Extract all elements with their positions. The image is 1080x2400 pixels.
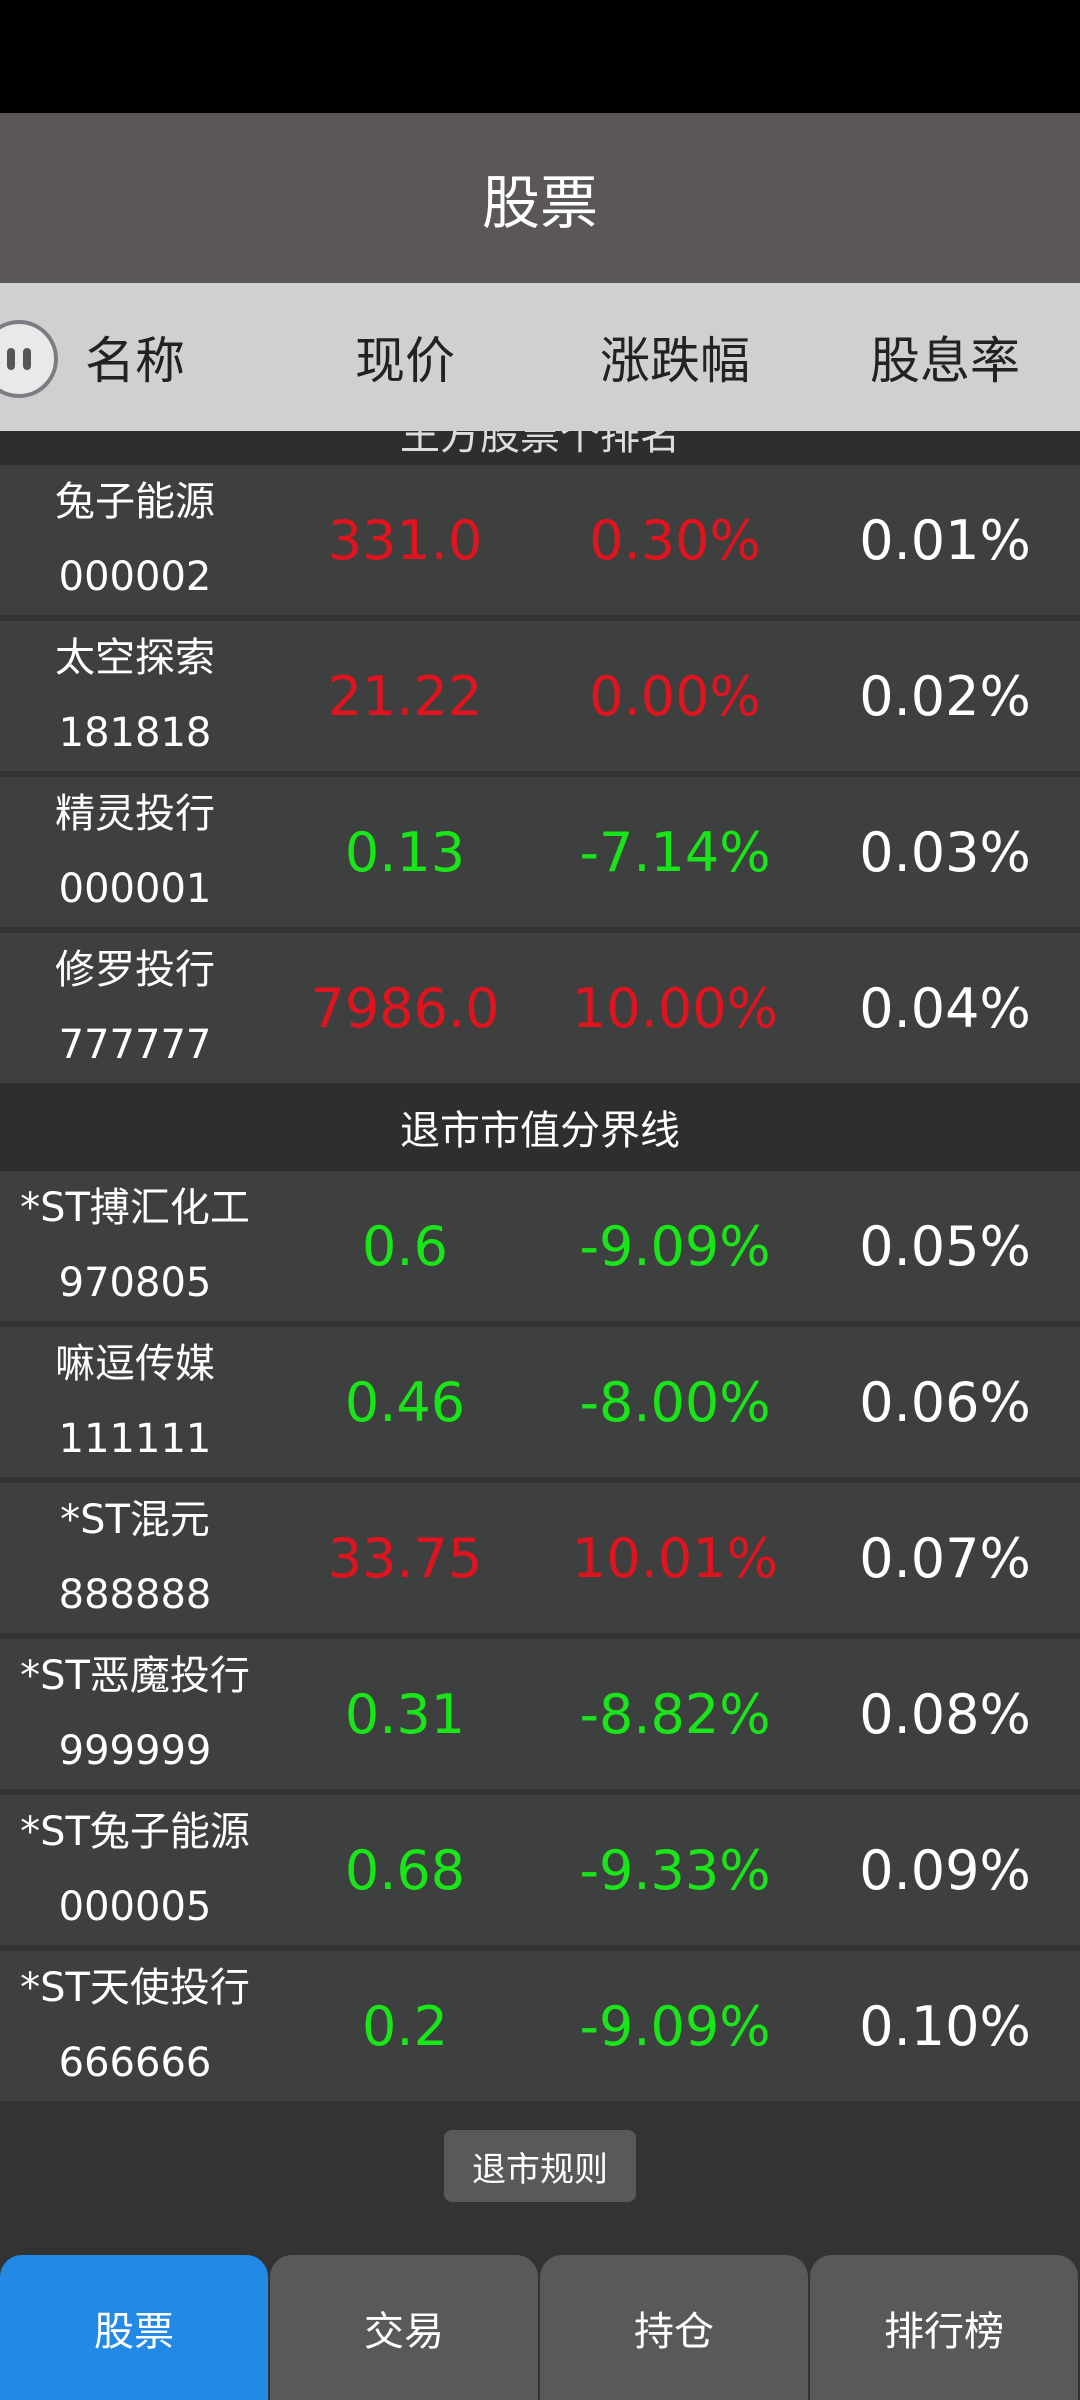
- stock-name-cell: *ST兔子能源 000005: [0, 1795, 270, 1945]
- page-title: 股票: [0, 113, 1080, 283]
- table-row[interactable]: 修罗投行 777777 7986.0 10.00% 0.04%: [0, 933, 1080, 1083]
- stock-price: 0.46: [344, 1370, 466, 1434]
- table-row[interactable]: *ST混元 888888 33.75 10.01% 0.07%: [0, 1483, 1080, 1633]
- stock-yield: 0.09%: [859, 1838, 1031, 1902]
- stock-code: 777777: [58, 1022, 212, 1068]
- stock-price: 0.68: [344, 1838, 466, 1902]
- stock-name-cell: *ST混元 888888: [0, 1483, 270, 1633]
- stock-price: 0.13: [344, 820, 466, 884]
- stock-code: 888888: [58, 1572, 212, 1618]
- table-row[interactable]: *ST恶魔投行 999999 0.31 -8.82% 0.08%: [0, 1639, 1080, 1789]
- column-change[interactable]: 涨跌幅: [540, 283, 810, 431]
- stock-change: -9.33%: [579, 1838, 771, 1902]
- stock-name-cell: *ST天使投行 666666: [0, 1951, 270, 2101]
- stock-change: -8.00%: [579, 1370, 771, 1434]
- column-name[interactable]: 名称: [0, 283, 270, 431]
- stock-yield: 0.07%: [859, 1526, 1031, 1590]
- stock-change: 0.30%: [589, 508, 761, 572]
- stock-change: -8.82%: [579, 1682, 771, 1746]
- stock-name-cell: 修罗投行 777777: [0, 933, 270, 1083]
- table-row[interactable]: 太空探索 181818 21.22 0.00% 0.02%: [0, 621, 1080, 771]
- stock-price: 0.6: [362, 1214, 448, 1278]
- stock-name: 修罗投行: [55, 947, 215, 993]
- stock-name: *ST混元: [60, 1497, 210, 1543]
- column-header: 名称 现价 涨跌幅 股息率: [0, 283, 1080, 431]
- bottom-nav: 股票 交易 持仓 排行榜: [0, 2255, 1080, 2400]
- stock-yield: 0.06%: [859, 1370, 1031, 1434]
- stock-name: 兔子能源: [55, 479, 215, 525]
- stock-change: -7.14%: [579, 820, 771, 884]
- stock-yield: 0.05%: [859, 1214, 1031, 1278]
- table-row[interactable]: *ST天使投行 666666 0.2 -9.09% 0.10%: [0, 1951, 1080, 2101]
- stock-name: 嘛逗传媒: [55, 1341, 215, 1387]
- table-row[interactable]: 嘛逗传媒 111111 0.46 -8.00% 0.06%: [0, 1327, 1080, 1477]
- stock-price: 33.75: [327, 1526, 483, 1590]
- stock-yield: 0.02%: [859, 664, 1031, 728]
- stock-name: *ST兔子能源: [20, 1809, 250, 1855]
- stock-change: 10.00%: [572, 976, 778, 1040]
- stock-price: 0.31: [344, 1682, 466, 1746]
- stock-price: 21.22: [327, 664, 483, 728]
- stock-code: 000001: [58, 866, 212, 912]
- stock-name: *ST恶魔投行: [20, 1653, 250, 1699]
- stock-name: *ST搏汇化工: [20, 1185, 250, 1231]
- stock-yield: 0.08%: [859, 1682, 1031, 1746]
- column-price[interactable]: 现价: [270, 283, 540, 431]
- ranking-subheader: 王方股票个排名: [0, 425, 1080, 465]
- stock-name-cell: *ST恶魔投行 999999: [0, 1639, 270, 1789]
- delisting-divider: 退市市值分界线: [0, 1083, 1080, 1171]
- stock-change: 0.00%: [589, 664, 761, 728]
- nav-stocks[interactable]: 股票: [0, 2255, 268, 2400]
- stock-price: 0.2: [362, 1994, 448, 2058]
- stock-yield: 0.10%: [859, 1994, 1031, 2058]
- stock-price: 331.0: [327, 508, 483, 572]
- stock-code: 000005: [58, 1884, 212, 1930]
- stock-yield: 0.01%: [859, 508, 1031, 572]
- page-title-text: 股票: [481, 169, 598, 237]
- stock-name-cell: 嘛逗传媒 111111: [0, 1327, 270, 1477]
- stock-name: 太空探索: [55, 635, 215, 681]
- stock-name-cell: *ST搏汇化工 970805: [0, 1171, 270, 1321]
- stock-yield: 0.04%: [859, 976, 1031, 1040]
- stock-change: -9.09%: [579, 1214, 771, 1278]
- stock-code: 970805: [58, 1260, 212, 1306]
- stock-yield: 0.03%: [859, 820, 1031, 884]
- nav-trade[interactable]: 交易: [270, 2255, 538, 2400]
- status-bar: [0, 0, 1080, 113]
- delisting-rules-button[interactable]: 退市规则: [444, 2130, 636, 2202]
- table-row[interactable]: *ST搏汇化工 970805 0.6 -9.09% 0.05%: [0, 1171, 1080, 1321]
- stock-change: 10.01%: [572, 1526, 778, 1590]
- stock-code: 000002: [58, 554, 212, 600]
- stock-code: 181818: [58, 710, 212, 756]
- nav-ranking[interactable]: 排行榜: [810, 2255, 1078, 2400]
- table-row[interactable]: *ST兔子能源 000005 0.68 -9.33% 0.09%: [0, 1795, 1080, 1945]
- stock-code: 111111: [58, 1416, 212, 1462]
- stock-change: -9.09%: [579, 1994, 771, 2058]
- stock-name: 精灵投行: [55, 791, 215, 837]
- stock-code: 999999: [58, 1728, 212, 1774]
- table-row[interactable]: 精灵投行 000001 0.13 -7.14% 0.03%: [0, 777, 1080, 927]
- nav-holdings[interactable]: 持仓: [540, 2255, 808, 2400]
- column-yield[interactable]: 股息率: [810, 283, 1080, 431]
- stock-code: 666666: [58, 2040, 212, 2086]
- table-row[interactable]: 兔子能源 000002 331.0 0.30% 0.01%: [0, 465, 1080, 615]
- stock-price: 7986.0: [310, 976, 500, 1040]
- stock-name: *ST天使投行: [20, 1965, 250, 2011]
- stock-name-cell: 精灵投行 000001: [0, 777, 270, 927]
- stock-name-cell: 太空探索 181818: [0, 621, 270, 771]
- stock-name-cell: 兔子能源 000002: [0, 465, 270, 615]
